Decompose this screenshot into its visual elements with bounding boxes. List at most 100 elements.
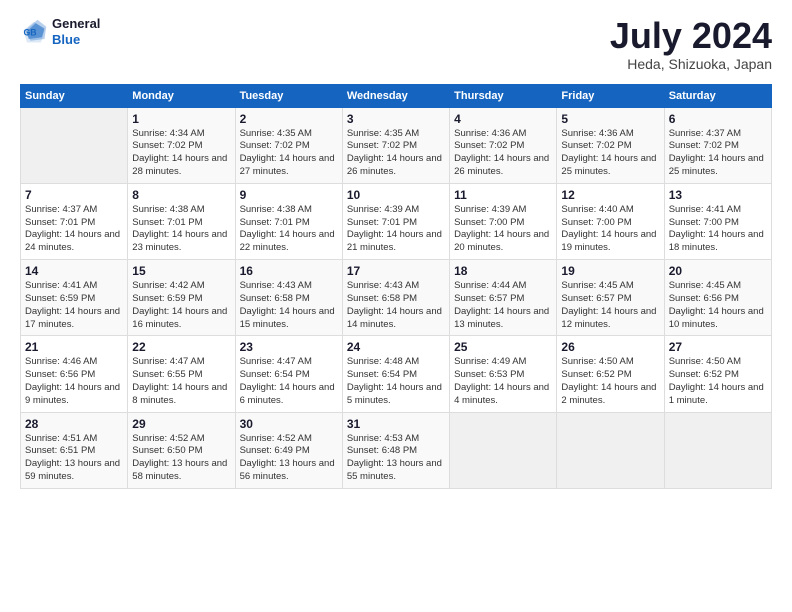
day-number: 22 <box>132 340 230 354</box>
title-block: July 2024 Heda, Shizuoka, Japan <box>610 16 772 72</box>
day-info: Sunrise: 4:35 AM Sunset: 7:02 PM Dayligh… <box>347 128 445 179</box>
daylight: Daylight: 14 hours and 12 minutes. <box>561 306 656 330</box>
calendar-cell: 3 Sunrise: 4:35 AM Sunset: 7:02 PM Dayli… <box>342 107 449 183</box>
sunset: Sunset: 7:02 PM <box>454 140 524 151</box>
logo-blue: Blue <box>52 32 100 48</box>
day-number: 31 <box>347 417 445 431</box>
daylight: Daylight: 14 hours and 28 minutes. <box>132 153 227 177</box>
daylight: Daylight: 14 hours and 9 minutes. <box>25 382 120 406</box>
sunrise: Sunrise: 4:52 AM <box>132 433 204 444</box>
calendar-cell: 22 Sunrise: 4:47 AM Sunset: 6:55 PM Dayl… <box>128 336 235 412</box>
sunset: Sunset: 7:02 PM <box>347 140 417 151</box>
sunset: Sunset: 6:49 PM <box>240 445 310 456</box>
day-info: Sunrise: 4:43 AM Sunset: 6:58 PM Dayligh… <box>347 280 445 331</box>
calendar-cell: 29 Sunrise: 4:52 AM Sunset: 6:50 PM Dayl… <box>128 412 235 488</box>
sunrise: Sunrise: 4:41 AM <box>25 280 97 291</box>
daylight: Daylight: 14 hours and 13 minutes. <box>454 306 549 330</box>
sunset: Sunset: 7:01 PM <box>25 217 95 228</box>
day-number: 28 <box>25 417 123 431</box>
header-saturday: Saturday <box>664 84 771 107</box>
calendar-cell: 25 Sunrise: 4:49 AM Sunset: 6:53 PM Dayl… <box>450 336 557 412</box>
calendar-cell: 7 Sunrise: 4:37 AM Sunset: 7:01 PM Dayli… <box>21 183 128 259</box>
svg-text:GB: GB <box>24 27 37 37</box>
daylight: Daylight: 14 hours and 25 minutes. <box>669 153 764 177</box>
daylight: Daylight: 14 hours and 10 minutes. <box>669 306 764 330</box>
header: GB General Blue July 2024 Heda, Shizuoka… <box>20 16 772 72</box>
header-thursday: Thursday <box>450 84 557 107</box>
sunrise: Sunrise: 4:50 AM <box>669 356 741 367</box>
day-info: Sunrise: 4:36 AM Sunset: 7:02 PM Dayligh… <box>454 128 552 179</box>
sunrise: Sunrise: 4:39 AM <box>347 204 419 215</box>
calendar-cell: 23 Sunrise: 4:47 AM Sunset: 6:54 PM Dayl… <box>235 336 342 412</box>
calendar-cell <box>664 412 771 488</box>
daylight: Daylight: 14 hours and 6 minutes. <box>240 382 335 406</box>
day-info: Sunrise: 4:37 AM Sunset: 7:01 PM Dayligh… <box>25 204 123 255</box>
sunset: Sunset: 6:56 PM <box>25 369 95 380</box>
logo-text: General Blue <box>52 16 100 47</box>
calendar-cell: 1 Sunrise: 4:34 AM Sunset: 7:02 PM Dayli… <box>128 107 235 183</box>
day-info: Sunrise: 4:35 AM Sunset: 7:02 PM Dayligh… <box>240 128 338 179</box>
day-number: 10 <box>347 188 445 202</box>
daylight: Daylight: 13 hours and 55 minutes. <box>347 458 442 482</box>
sunrise: Sunrise: 4:53 AM <box>347 433 419 444</box>
sunset: Sunset: 7:01 PM <box>347 217 417 228</box>
calendar-cell: 8 Sunrise: 4:38 AM Sunset: 7:01 PM Dayli… <box>128 183 235 259</box>
calendar-cell: 2 Sunrise: 4:35 AM Sunset: 7:02 PM Dayli… <box>235 107 342 183</box>
calendar-cell: 9 Sunrise: 4:38 AM Sunset: 7:01 PM Dayli… <box>235 183 342 259</box>
day-number: 11 <box>454 188 552 202</box>
day-number: 27 <box>669 340 767 354</box>
sunrise: Sunrise: 4:43 AM <box>347 280 419 291</box>
calendar-cell: 15 Sunrise: 4:42 AM Sunset: 6:59 PM Dayl… <box>128 260 235 336</box>
daylight: Daylight: 14 hours and 5 minutes. <box>347 382 442 406</box>
calendar-cell: 5 Sunrise: 4:36 AM Sunset: 7:02 PM Dayli… <box>557 107 664 183</box>
day-info: Sunrise: 4:42 AM Sunset: 6:59 PM Dayligh… <box>132 280 230 331</box>
day-number: 20 <box>669 264 767 278</box>
day-number: 21 <box>25 340 123 354</box>
day-number: 12 <box>561 188 659 202</box>
day-number: 14 <box>25 264 123 278</box>
calendar-cell: 4 Sunrise: 4:36 AM Sunset: 7:02 PM Dayli… <box>450 107 557 183</box>
sunrise: Sunrise: 4:37 AM <box>25 204 97 215</box>
calendar-cell: 17 Sunrise: 4:43 AM Sunset: 6:58 PM Dayl… <box>342 260 449 336</box>
day-number: 6 <box>669 112 767 126</box>
day-info: Sunrise: 4:45 AM Sunset: 6:57 PM Dayligh… <box>561 280 659 331</box>
day-info: Sunrise: 4:41 AM Sunset: 7:00 PM Dayligh… <box>669 204 767 255</box>
sunrise: Sunrise: 4:45 AM <box>561 280 633 291</box>
calendar-week-row: 21 Sunrise: 4:46 AM Sunset: 6:56 PM Dayl… <box>21 336 772 412</box>
calendar-cell: 31 Sunrise: 4:53 AM Sunset: 6:48 PM Dayl… <box>342 412 449 488</box>
day-info: Sunrise: 4:37 AM Sunset: 7:02 PM Dayligh… <box>669 128 767 179</box>
sunrise: Sunrise: 4:35 AM <box>347 128 419 139</box>
day-number: 1 <box>132 112 230 126</box>
calendar-cell: 24 Sunrise: 4:48 AM Sunset: 6:54 PM Dayl… <box>342 336 449 412</box>
header-monday: Monday <box>128 84 235 107</box>
calendar-cell: 26 Sunrise: 4:50 AM Sunset: 6:52 PM Dayl… <box>557 336 664 412</box>
sunset: Sunset: 7:02 PM <box>240 140 310 151</box>
sunrise: Sunrise: 4:49 AM <box>454 356 526 367</box>
calendar-cell: 13 Sunrise: 4:41 AM Sunset: 7:00 PM Dayl… <box>664 183 771 259</box>
day-info: Sunrise: 4:47 AM Sunset: 6:54 PM Dayligh… <box>240 356 338 407</box>
day-number: 2 <box>240 112 338 126</box>
daylight: Daylight: 14 hours and 8 minutes. <box>132 382 227 406</box>
header-tuesday: Tuesday <box>235 84 342 107</box>
daylight: Daylight: 13 hours and 59 minutes. <box>25 458 120 482</box>
calendar-page: GB General Blue July 2024 Heda, Shizuoka… <box>0 0 792 612</box>
daylight: Daylight: 14 hours and 19 minutes. <box>561 229 656 253</box>
daylight: Daylight: 14 hours and 16 minutes. <box>132 306 227 330</box>
day-info: Sunrise: 4:46 AM Sunset: 6:56 PM Dayligh… <box>25 356 123 407</box>
weekday-header-row: Sunday Monday Tuesday Wednesday Thursday… <box>21 84 772 107</box>
daylight: Daylight: 13 hours and 58 minutes. <box>132 458 227 482</box>
day-info: Sunrise: 4:45 AM Sunset: 6:56 PM Dayligh… <box>669 280 767 331</box>
day-info: Sunrise: 4:51 AM Sunset: 6:51 PM Dayligh… <box>25 433 123 484</box>
day-info: Sunrise: 4:36 AM Sunset: 7:02 PM Dayligh… <box>561 128 659 179</box>
daylight: Daylight: 14 hours and 1 minute. <box>669 382 764 406</box>
daylight: Daylight: 14 hours and 24 minutes. <box>25 229 120 253</box>
daylight: Daylight: 14 hours and 2 minutes. <box>561 382 656 406</box>
sunset: Sunset: 6:59 PM <box>132 293 202 304</box>
sunset: Sunset: 6:57 PM <box>454 293 524 304</box>
calendar-week-row: 28 Sunrise: 4:51 AM Sunset: 6:51 PM Dayl… <box>21 412 772 488</box>
sunset: Sunset: 7:00 PM <box>454 217 524 228</box>
sunset: Sunset: 6:54 PM <box>347 369 417 380</box>
calendar-week-row: 1 Sunrise: 4:34 AM Sunset: 7:02 PM Dayli… <box>21 107 772 183</box>
sunset: Sunset: 6:52 PM <box>669 369 739 380</box>
sunset: Sunset: 7:02 PM <box>132 140 202 151</box>
